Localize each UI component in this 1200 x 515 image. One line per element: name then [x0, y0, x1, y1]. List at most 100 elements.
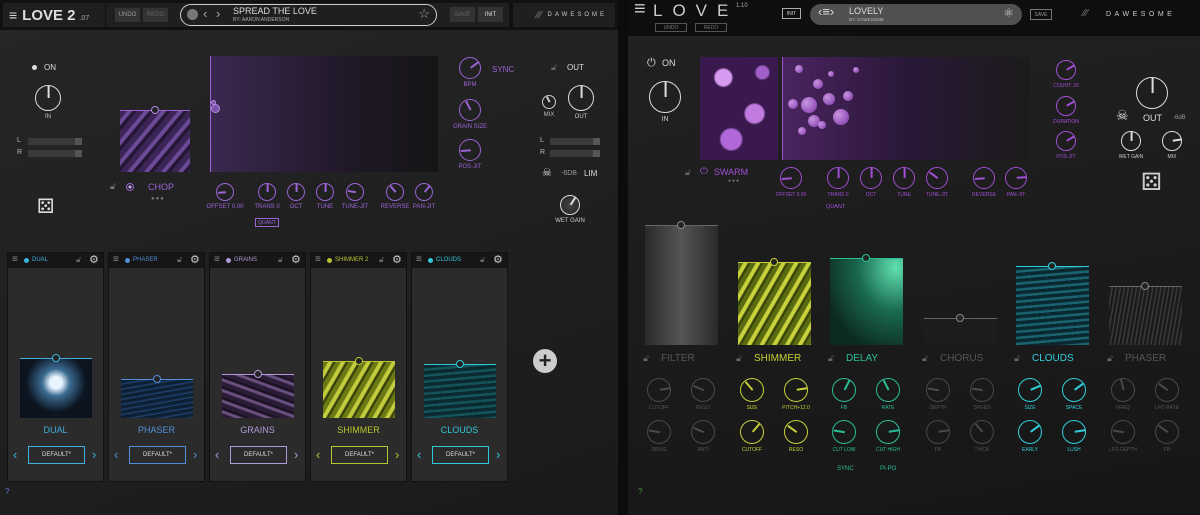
knob-size[interactable]: [1018, 378, 1042, 402]
gear-icon[interactable]: ⚙: [493, 253, 503, 266]
swarm-display[interactable]: [782, 57, 1029, 160]
gear-icon[interactable]: ⚙: [392, 253, 402, 266]
waveform-display[interactable]: [210, 56, 438, 172]
on-toggle[interactable]: ON: [44, 63, 56, 72]
effect-slot-grains[interactable]: ≡ GRAINS 🔓︎ ⚙ GRAINS DEFAULT* ‹ ›: [209, 252, 306, 482]
slot-header[interactable]: ≡ PHASER 🔓︎ ⚙: [109, 253, 204, 268]
knob-mix[interactable]: [1162, 131, 1182, 151]
knob-reverse[interactable]: [973, 167, 995, 189]
effect-visual-phaser[interactable]: [1109, 286, 1182, 345]
gear-icon[interactable]: ⚙: [190, 253, 200, 266]
knob-fb[interactable]: [832, 378, 856, 402]
preset-prev-menu-next-icon[interactable]: ‹≡›: [818, 4, 834, 19]
knob-pitch-12-0[interactable]: [784, 378, 808, 402]
skull-limiter-icon[interactable]: ☠: [542, 166, 552, 179]
undo-button[interactable]: UNDO: [115, 8, 140, 22]
knob-pos-jit[interactable]: [459, 139, 481, 161]
knob-fb[interactable]: [926, 420, 950, 444]
knob-oct[interactable]: [287, 183, 305, 201]
knob-trans-0[interactable]: [827, 167, 849, 189]
slot-header[interactable]: ≡ GRAINS 🔓︎ ⚙: [210, 253, 305, 268]
quant-toggle[interactable]: QUANT: [255, 218, 279, 227]
pi-po-toggle[interactable]: PI-PO: [880, 466, 896, 472]
preset-selector[interactable]: DEFAULT*: [230, 446, 287, 464]
next-preset-icon[interactable]: ›: [496, 447, 500, 462]
sync-toggle[interactable]: SYNC: [492, 65, 514, 74]
lock-icon[interactable]: 🔓︎: [480, 255, 485, 265]
effect-visual-chorus[interactable]: [924, 318, 997, 345]
next-preset-icon[interactable]: ›: [193, 447, 197, 462]
prev-preset-icon[interactable]: ‹: [114, 447, 118, 462]
preset-selector[interactable]: DEFAULT*: [28, 446, 85, 464]
effect-handle[interactable]: [253, 370, 262, 378]
effect-handle[interactable]: [455, 360, 464, 368]
lock-icon[interactable]: 🔓︎: [1014, 353, 1020, 364]
lock-icon[interactable]: 🔓︎: [736, 353, 742, 364]
knob-drive[interactable]: [647, 420, 671, 444]
help-button[interactable]: ?: [638, 487, 642, 496]
knob-lush[interactable]: [1062, 420, 1086, 444]
limiter-toggle[interactable]: LIM: [584, 169, 597, 178]
knob-bpm[interactable]: [459, 57, 481, 79]
knob-duration[interactable]: [1056, 96, 1076, 116]
power-dot-icon[interactable]: [428, 258, 433, 263]
engine-power-icon[interactable]: [126, 183, 134, 191]
lock-icon[interactable]: 🔓︎: [76, 255, 81, 265]
knob-rate[interactable]: [876, 378, 900, 402]
knob-oct[interactable]: [860, 167, 882, 189]
menu-icon[interactable]: ≡: [634, 0, 646, 21]
effect-slot-clouds[interactable]: ≡ CLOUDS 🔓︎ ⚙ CLOUDS DEFAULT* ‹ ›: [411, 252, 508, 482]
lock-icon[interactable]: 🔓︎: [278, 255, 283, 265]
slot-header[interactable]: ≡ CLOUDS 🔓︎ ⚙: [412, 253, 507, 268]
power-dot-icon[interactable]: [32, 65, 37, 70]
effect-handle[interactable]: [677, 221, 685, 229]
quant-toggle[interactable]: QUANT: [826, 204, 845, 210]
effect-handle[interactable]: [1141, 282, 1149, 290]
knob-reso[interactable]: [691, 378, 715, 402]
knob-lfo-depth[interactable]: [1111, 420, 1135, 444]
knob-lfo-rate[interactable]: [1155, 378, 1179, 402]
preset-selector[interactable]: DEFAULT*: [331, 446, 388, 464]
pager-dots[interactable]: ●●●: [728, 178, 740, 184]
power-icon[interactable]: ⏻: [647, 57, 656, 70]
preset-browser[interactable]: ‹ › SPREAD THE LOVE BY: AARON ANDERSON ☆: [180, 4, 437, 26]
preset-selector[interactable]: DEFAULT*: [432, 446, 489, 464]
power-dot-icon[interactable]: [125, 258, 130, 263]
knob-offset-0-00[interactable]: [780, 167, 802, 189]
knob-tune[interactable]: [893, 167, 915, 189]
lock-icon[interactable]: 🔓︎: [177, 255, 182, 265]
knob-speed[interactable]: [970, 378, 994, 402]
effect-visual-delay[interactable]: [830, 258, 903, 345]
effect-name-clouds[interactable]: CLOUDS: [1032, 353, 1074, 364]
effect-handle[interactable]: [354, 357, 363, 365]
knob-grain-size[interactable]: [459, 99, 481, 121]
knob-wet-gain[interactable]: [1121, 131, 1141, 151]
pager-dots[interactable]: ●●●: [151, 196, 165, 202]
menu-icon[interactable]: ≡: [9, 7, 17, 23]
redo-button[interactable]: REDO: [143, 8, 168, 22]
gear-icon[interactable]: ⚙: [291, 253, 301, 266]
lock-icon[interactable]: 🔓︎: [685, 167, 691, 178]
knob-freq[interactable]: [1111, 378, 1135, 402]
effect-visual-shimmer[interactable]: [738, 262, 811, 345]
lock-icon[interactable]: 🔓︎: [1107, 353, 1113, 364]
prev-preset-icon[interactable]: ‹: [203, 6, 207, 21]
preset-selector[interactable]: DEFAULT*: [129, 446, 186, 464]
knob-count-20[interactable]: [1056, 60, 1076, 80]
undo-button[interactable]: UNDO: [655, 23, 687, 32]
lock-icon[interactable]: 🔓︎: [828, 353, 834, 364]
knob-reso[interactable]: [784, 420, 808, 444]
knob-reverse[interactable]: [386, 183, 404, 201]
prev-preset-icon[interactable]: ‹: [417, 447, 421, 462]
save-button[interactable]: SAVE: [1030, 9, 1052, 20]
prev-preset-icon[interactable]: ‹: [13, 447, 17, 462]
out-lock-icon[interactable]: 🔓︎: [551, 62, 557, 73]
drag-handle-icon[interactable]: ≡: [113, 254, 119, 265]
redo-button[interactable]: REDO: [695, 23, 727, 32]
knob-depth[interactable]: [926, 378, 950, 402]
knob-pos-jit[interactable]: [1056, 131, 1076, 151]
knob-offset-0-00[interactable]: [216, 183, 234, 201]
effect-handle[interactable]: [152, 375, 161, 383]
next-preset-icon[interactable]: ›: [294, 447, 298, 462]
gear-icon[interactable]: ⚙: [89, 253, 99, 266]
